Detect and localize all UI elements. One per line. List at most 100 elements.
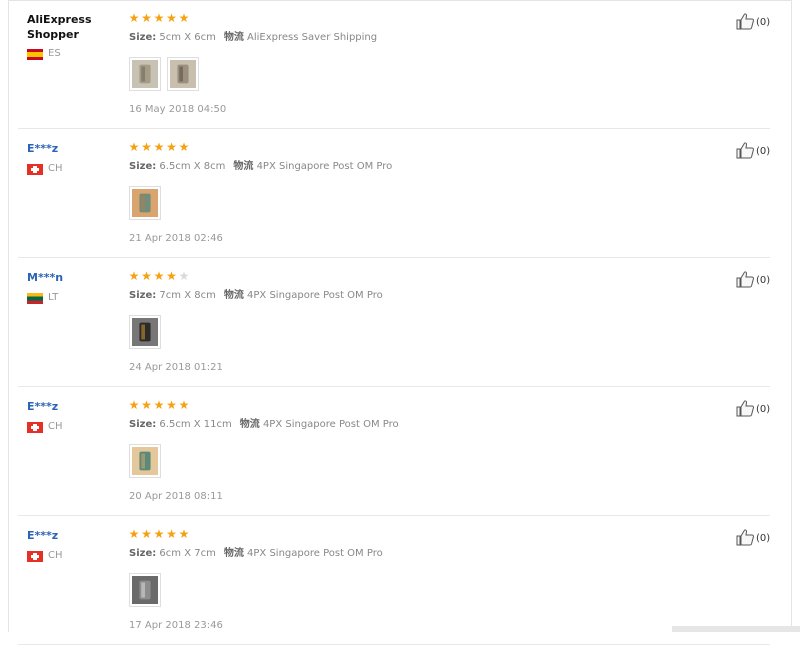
country-flag-icon (27, 550, 43, 562)
country-code: LT (48, 292, 59, 303)
star-icon: ★ (153, 11, 165, 25)
star-icon: ★ (141, 527, 152, 541)
order-attributes: Size: 5cm X 6cm 物流 AliExpress Saver Shipp… (129, 32, 377, 44)
star-icon: ★ (178, 527, 190, 541)
thumbs-up-icon (735, 270, 755, 292)
order-attributes: Size: 6cm X 7cm 物流 4PX Singapore Post OM … (129, 548, 383, 560)
buyer-name[interactable]: AliExpress Shopper (27, 12, 92, 42)
country-code: CH (48, 163, 63, 174)
star-icon: ★ (153, 398, 165, 412)
buyer-name[interactable]: E***z (27, 528, 117, 543)
review-photos (129, 573, 167, 609)
review-date: 24 Apr 2018 01:21 (129, 362, 223, 373)
size-value: 7cm X 8cm (159, 290, 216, 301)
logistics-label: 物流 (233, 161, 254, 172)
review-photos (129, 444, 167, 480)
review-photo-thumbnail[interactable] (167, 57, 199, 91)
logistics-value: 4PX Singapore Post OM Pro (247, 548, 383, 559)
size-label: Size: (129, 548, 157, 559)
star-icon: ★ (166, 398, 177, 412)
star-icon: ★ (178, 11, 190, 25)
star-rating: ★ ★ ★ ★ ★ (128, 528, 191, 541)
feedback-list: AliExpress Shopper ES ★ ★ ★ ★ ★ Size: 5cm X … (0, 0, 800, 645)
star-icon: ★ (178, 140, 190, 154)
review-photo-thumbnail[interactable] (129, 444, 161, 478)
helpful-button[interactable]: (0) (735, 528, 770, 550)
review-photo-thumbnail[interactable] (129, 315, 161, 349)
review-date: 20 Apr 2018 08:11 (129, 491, 223, 502)
helpful-count: (0) (756, 533, 771, 544)
country-flag-icon (27, 48, 43, 60)
logistics-label: 物流 (223, 290, 244, 301)
star-icon: ★ (166, 269, 177, 283)
star-icon: ★ (141, 398, 152, 412)
helpful-count: (0) (756, 275, 771, 286)
review-date: 16 May 2018 04:50 (129, 104, 227, 115)
helpful-button[interactable]: (0) (735, 270, 770, 292)
star-rating: ★ ★ ★ ★ ★ (128, 270, 191, 283)
size-value: 5cm X 6cm (159, 32, 216, 43)
star-icon: ★ (128, 269, 140, 283)
country-code: ES (48, 48, 61, 59)
star-icon: ★ (141, 140, 152, 154)
star-icon: ★ (128, 527, 140, 541)
star-icon: ★ (141, 11, 152, 25)
buyer-country: ES (27, 48, 61, 60)
order-attributes: Size: 7cm X 8cm 物流 4PX Singapore Post OM … (129, 290, 383, 302)
star-icon: ★ (153, 527, 165, 541)
star-icon: ★ (153, 269, 165, 283)
review-photos (129, 57, 205, 93)
star-icon: ★ (166, 140, 177, 154)
scrollbar-horizontal[interactable] (672, 626, 800, 632)
review-photos (129, 315, 167, 351)
star-rating: ★ ★ ★ ★ ★ (128, 141, 191, 154)
buyer-name[interactable]: E***z (27, 399, 117, 414)
review-date: 21 Apr 2018 02:46 (129, 233, 223, 244)
helpful-count: (0) (756, 404, 771, 415)
review-photo-thumbnail[interactable] (129, 573, 161, 607)
logistics-label: 物流 (239, 419, 260, 430)
review-date: 17 Apr 2018 23:46 (129, 620, 223, 631)
size-label: Size: (129, 419, 157, 430)
buyer-name[interactable]: E***z (27, 141, 117, 156)
order-attributes: Size: 6.5cm X 11cm 物流 4PX Singapore Post … (129, 419, 399, 431)
helpful-button[interactable]: (0) (735, 12, 770, 34)
buyer-name[interactable]: M***n (27, 270, 117, 285)
country-flag-icon (27, 421, 43, 433)
size-label: Size: (129, 32, 157, 43)
star-icon: ★ (128, 11, 140, 25)
review-photo-thumbnail[interactable] (129, 57, 161, 91)
review-photos (129, 186, 167, 222)
star-rating: ★ ★ ★ ★ ★ (128, 399, 191, 412)
star-icon: ★ (166, 527, 177, 541)
buyer-country: CH (27, 163, 63, 175)
helpful-button[interactable]: (0) (735, 141, 770, 163)
star-icon: ★ (153, 140, 165, 154)
size-value: 6cm X 7cm (159, 548, 216, 559)
thumbs-up-icon (735, 528, 755, 550)
logistics-value: AliExpress Saver Shipping (247, 32, 378, 43)
review-item: E***z CH ★ ★ ★ ★ ★ Size: 6.5cm X 11cm 物流 4PX … (0, 387, 800, 516)
country-flag-icon (27, 292, 43, 304)
review-photo-thumbnail[interactable] (129, 186, 161, 220)
country-flag-icon (27, 163, 43, 175)
thumbs-up-icon (735, 12, 755, 34)
star-icon: ★ (128, 398, 140, 412)
star-icon: ★ (128, 140, 140, 154)
star-icon: ★ (178, 398, 190, 412)
thumbs-up-icon (735, 399, 755, 421)
review-item: M***n LT ★ ★ ★ ★ ★ Size: 7cm X 8cm 物流 4PX Sin… (0, 258, 800, 387)
buyer-country: CH (27, 421, 63, 433)
star-icon: ★ (166, 11, 177, 25)
star-icon: ★ (178, 269, 190, 283)
thumbs-up-icon (735, 141, 755, 163)
size-value: 6.5cm X 11cm (159, 419, 232, 430)
helpful-button[interactable]: (0) (735, 399, 770, 421)
logistics-label: 物流 (223, 32, 244, 43)
size-label: Size: (129, 161, 157, 172)
helpful-count: (0) (756, 17, 771, 28)
star-icon: ★ (141, 269, 152, 283)
star-rating: ★ ★ ★ ★ ★ (128, 12, 191, 25)
logistics-value: 4PX Singapore Post OM Pro (247, 290, 383, 301)
size-value: 6.5cm X 8cm (159, 161, 226, 172)
